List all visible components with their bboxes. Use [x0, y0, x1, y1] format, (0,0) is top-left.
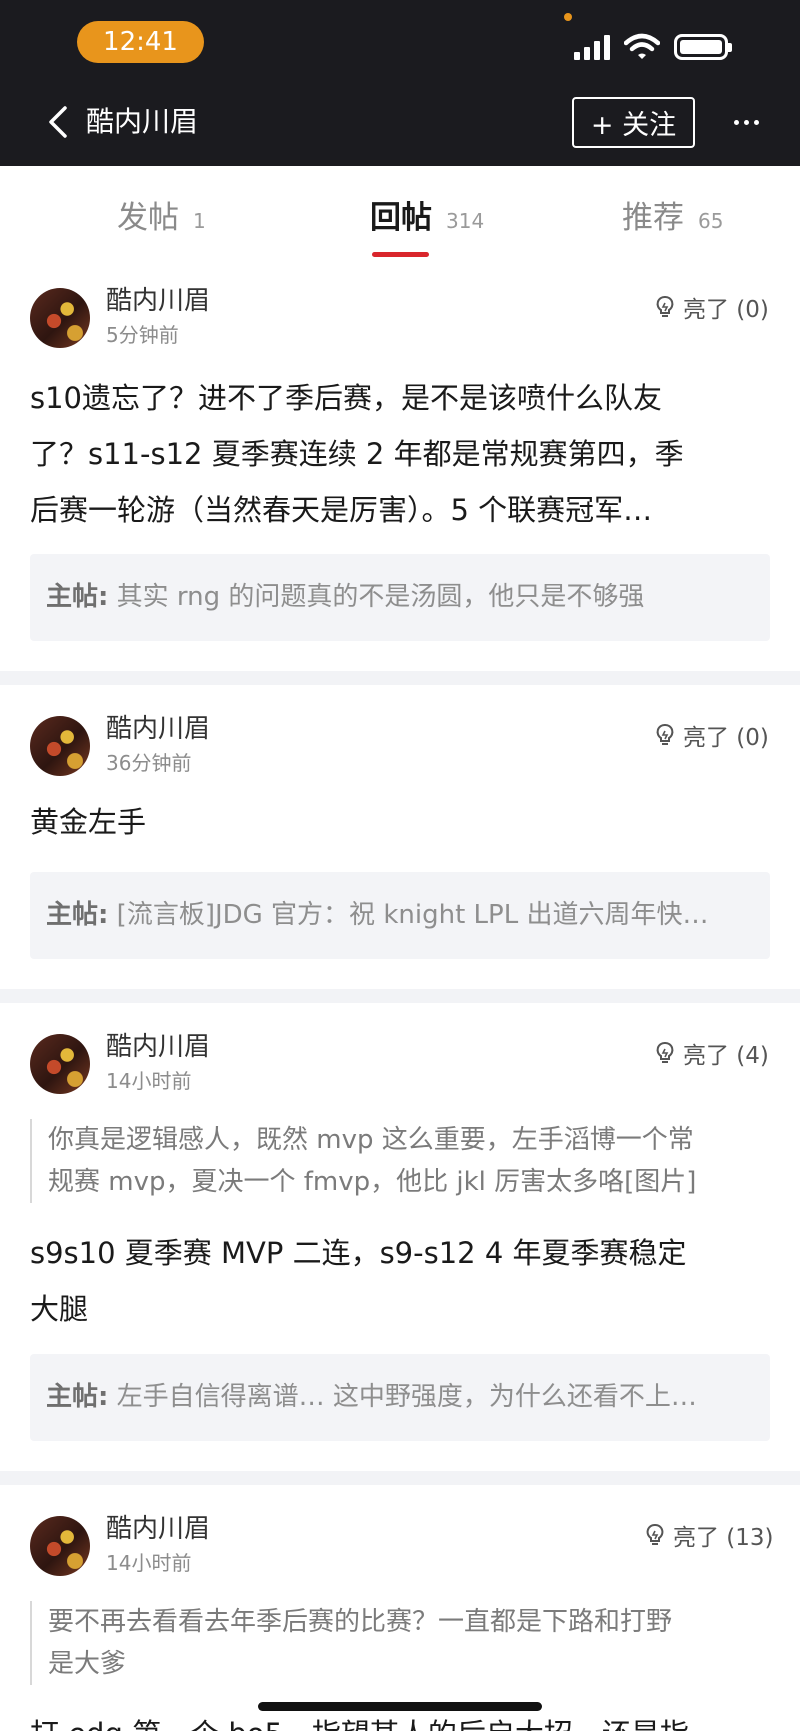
avatar[interactable]: [30, 1034, 90, 1094]
follow-button[interactable]: + 关注: [572, 97, 695, 148]
avatar[interactable]: [30, 716, 90, 776]
username[interactable]: 酷内川眉: [106, 284, 210, 318]
reply-text: 黄金左手: [30, 805, 147, 839]
lightbulb-icon: [656, 724, 674, 745]
tab-bar: 发帖 1 回帖 314 推荐 65: [0, 166, 800, 258]
back-button[interactable]: [38, 102, 78, 142]
battery-icon: [674, 34, 732, 60]
tab-replies[interactable]: 回帖 314: [370, 192, 484, 236]
content-sheet: 发帖 1 回帖 314 推荐 65 酷内川眉 5分钟前 亮了 (0) s10遗忘…: [0, 166, 800, 1731]
quoted-reply: 要不再去看看去年季后赛的比赛？一直都是下路和打野 是大爹: [30, 1601, 770, 1685]
more-dots-icon: [733, 119, 739, 125]
post-time: 14小时前: [106, 1551, 192, 1575]
reply-text: s10遗忘了？进不了季后赛，是不是该喷什么队友 了？s11-s12 夏季赛连续 …: [30, 381, 684, 527]
light-button[interactable]: 亮了 (4): [655, 1036, 769, 1070]
quoted-reply: 你真是逻辑感人，既然 mvp 这么重要，左手滔博一个常 规赛 mvp，夏决一个 …: [30, 1119, 770, 1203]
separator: [0, 1471, 800, 1485]
more-button[interactable]: [724, 110, 768, 134]
post-time: 14小时前: [106, 1069, 192, 1093]
lightbulb-icon: [646, 1524, 664, 1545]
main-post-link[interactable]: 主帖: 其实 rng 的问题真的不是汤圆，他只是不够强: [30, 554, 770, 641]
light-button[interactable]: 亮了 (13): [645, 1518, 774, 1552]
chevron-left-icon: [49, 106, 67, 138]
recording-dot: [564, 13, 572, 21]
tab-recommend[interactable]: 推荐 65: [622, 192, 723, 236]
page-title: 酷内川眉: [86, 105, 199, 138]
post-time: 36分钟前: [106, 751, 192, 775]
post-time: 5分钟前: [106, 323, 179, 347]
light-button[interactable]: 亮了 (0): [655, 290, 769, 324]
main-post-link[interactable]: 主帖: [流言板]JDG 官方：祝 knight LPL 出道六周年快…: [30, 872, 770, 959]
username[interactable]: 酷内川眉: [106, 1030, 210, 1064]
top-bar: 12:41 酷内川眉 + 关注: [0, 0, 800, 166]
separator: [0, 671, 800, 685]
tab-posts[interactable]: 发帖 1: [117, 192, 206, 236]
status-icons: [574, 30, 732, 64]
nav-bar: 酷内川眉 + 关注: [0, 92, 800, 152]
reply-text: s9s10 夏季赛 MVP 二连，s9-s12 4 年夏季赛稳定 大腿: [30, 1236, 687, 1326]
status-time: 12:41: [77, 21, 204, 63]
light-button[interactable]: 亮了 (0): [655, 718, 769, 752]
lightbulb-icon: [656, 296, 674, 317]
home-indicator[interactable]: [258, 1702, 542, 1711]
active-tab-indicator: [372, 252, 429, 257]
main-post-link[interactable]: 主帖: 左手自信得离谱… 这中野强度，为什么还看不上…: [30, 1354, 770, 1441]
username[interactable]: 酷内川眉: [106, 1512, 210, 1546]
separator: [0, 989, 800, 1003]
avatar[interactable]: [30, 1516, 90, 1576]
lightbulb-icon: [656, 1042, 674, 1063]
signal-icon: [574, 34, 610, 60]
username[interactable]: 酷内川眉: [106, 712, 210, 746]
wifi-icon: [624, 33, 660, 59]
avatar[interactable]: [30, 288, 90, 348]
